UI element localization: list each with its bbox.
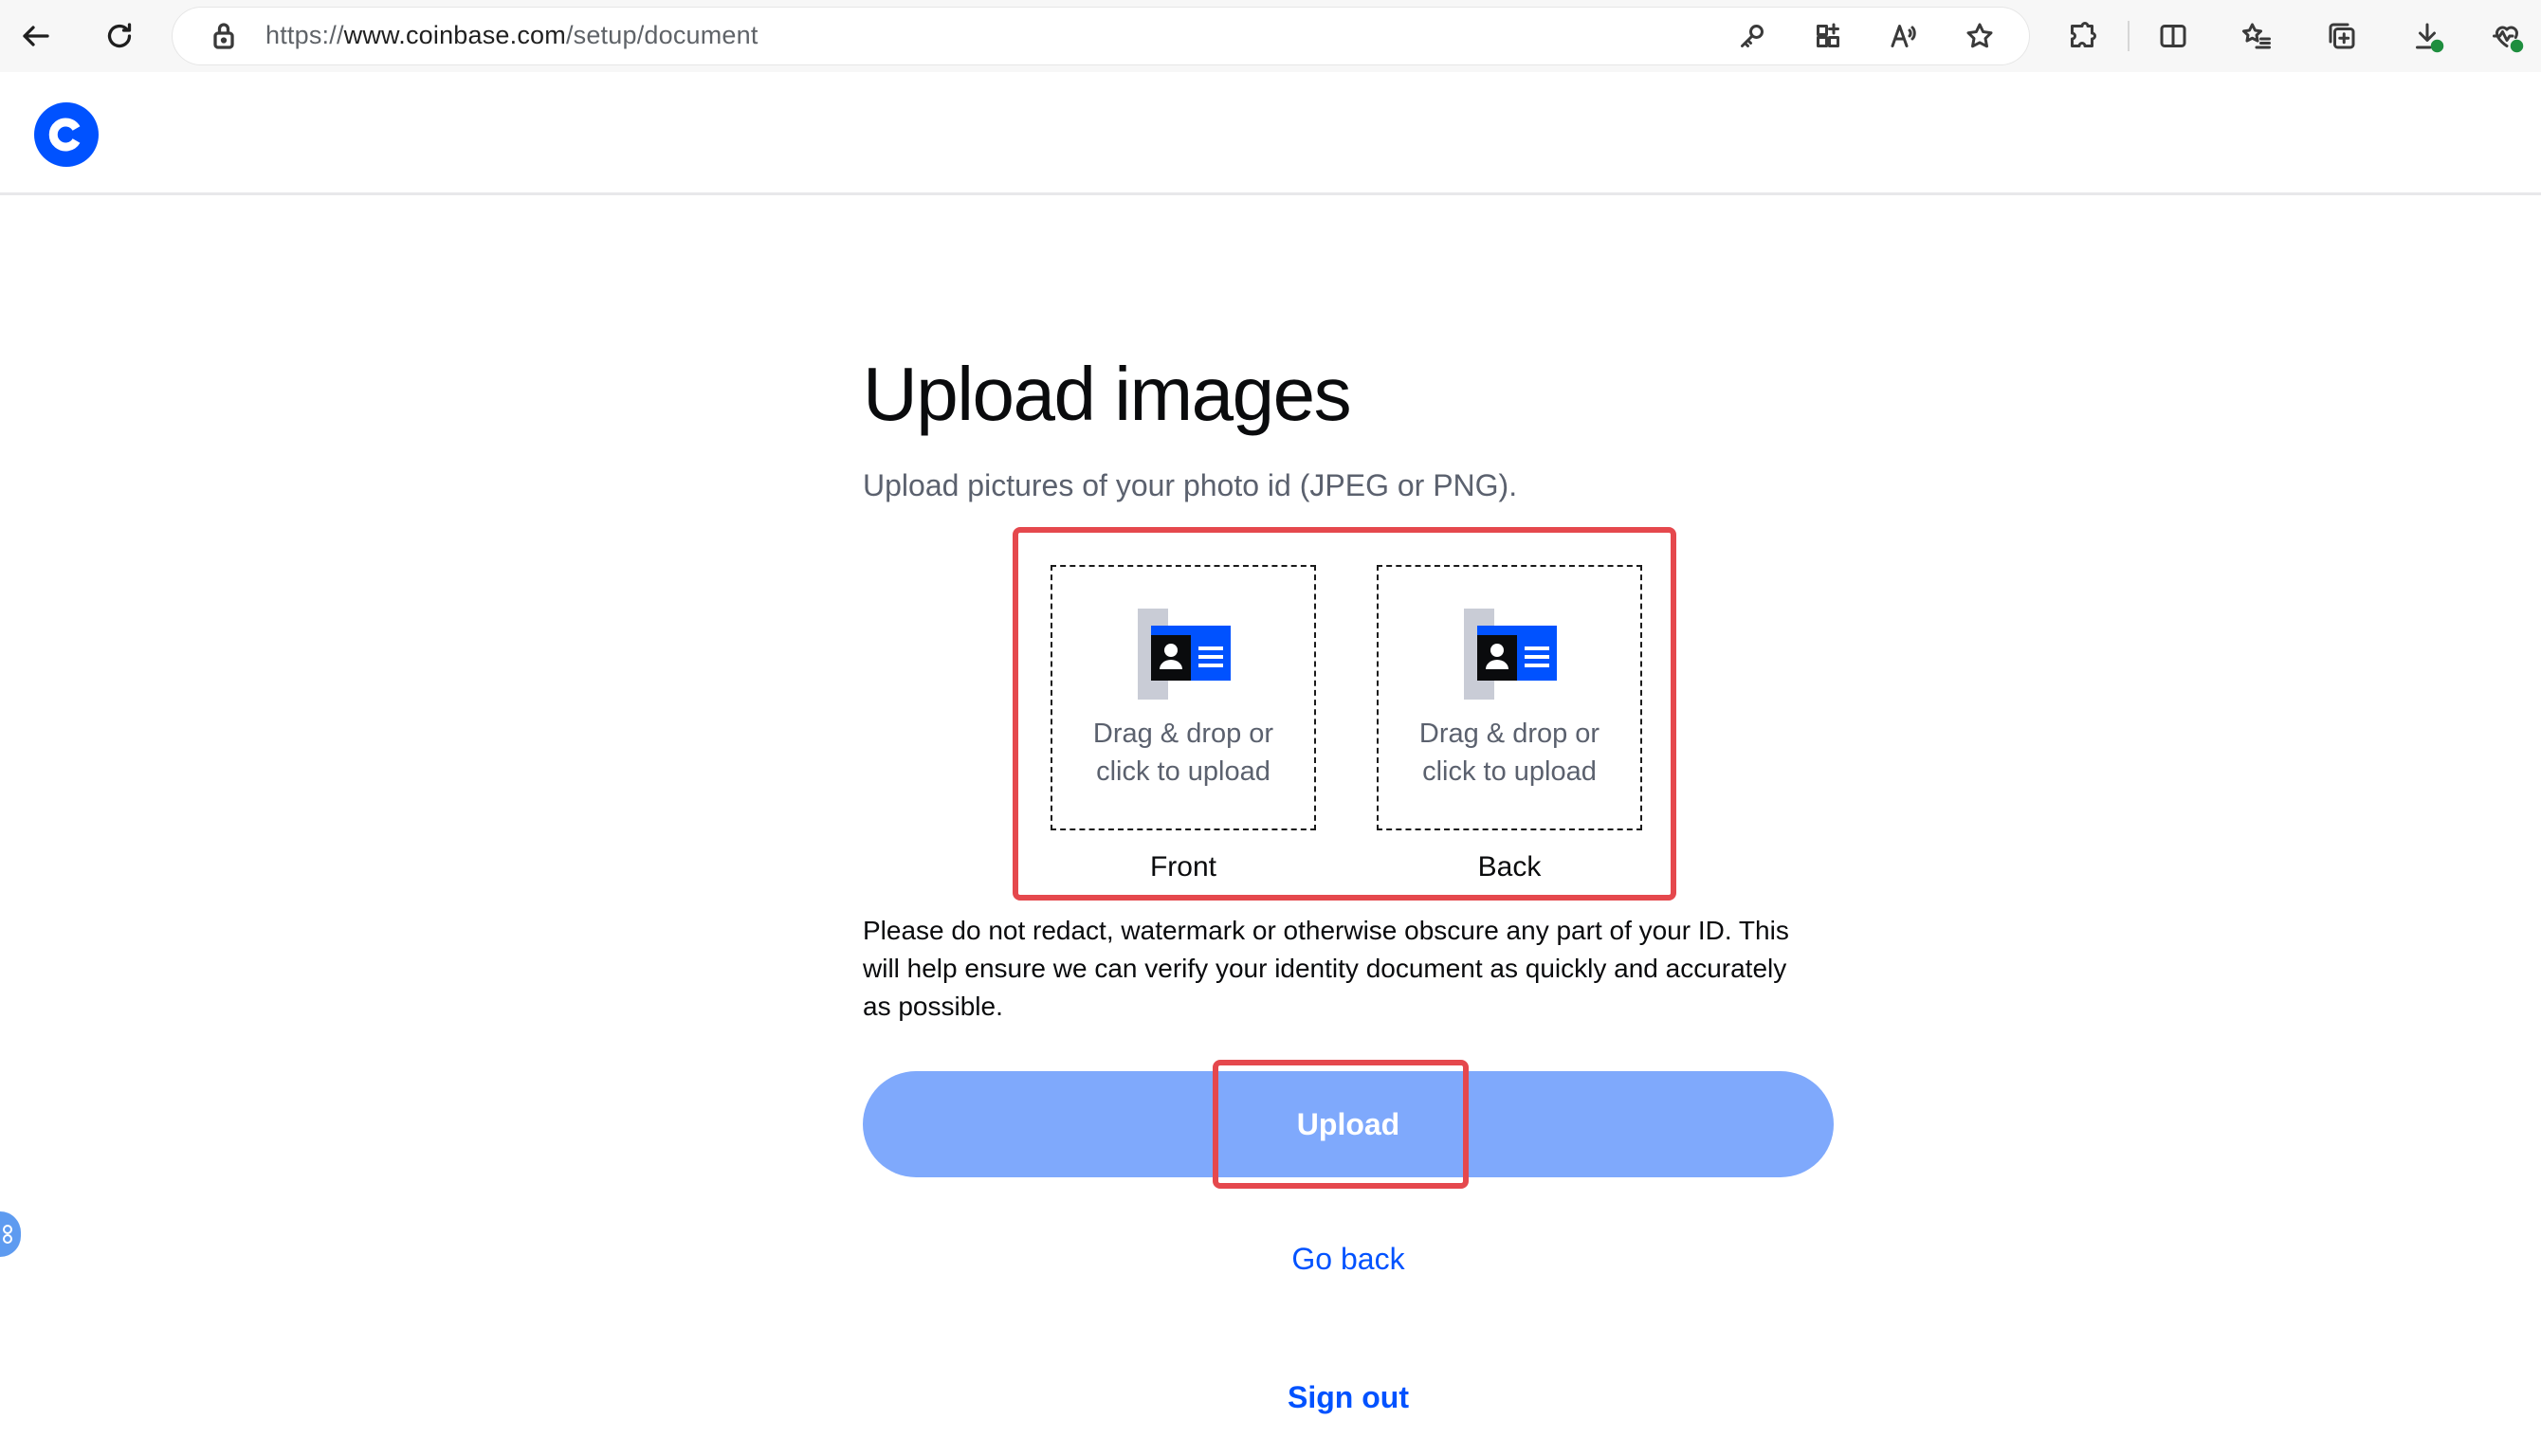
health-icon[interactable] [2490,19,2524,53]
browser-toolbar: https://www.coinbase.com/setup/document [0,0,2541,72]
sign-out-link[interactable]: Sign out [1195,1380,1502,1415]
app-header [0,72,2541,195]
back-icon [23,26,49,46]
collections-icon[interactable] [2325,19,2359,53]
go-back-link[interactable]: Go back [1195,1242,1502,1277]
key-icon[interactable] [1735,19,1769,53]
upload-content: Upload images Upload pictures of your ph… [863,351,1839,504]
favorites-list-icon[interactable] [2239,19,2274,53]
extensions-icon[interactable] [2065,19,2099,53]
refresh-icon [107,23,132,48]
toolbar-divider [2128,21,2130,51]
page-subtitle: Upload pictures of your photo id (JPEG o… [863,468,1518,502]
link-icon [3,1225,12,1244]
back-drop-zone[interactable]: Drag & drop or click to upload [1377,565,1642,830]
apps-icon[interactable] [1811,19,1845,53]
back-drop-text: Drag & drop or click to upload [1418,719,1600,787]
favorite-star-icon[interactable] [1963,19,1997,53]
id-card-icon [1464,609,1557,700]
back-button[interactable] [13,13,59,59]
downloads-icon[interactable] [2410,19,2444,53]
front-drop-text: Drag & drop or click to upload [1092,719,1274,787]
split-screen-icon[interactable] [2156,19,2190,53]
coinbase-logo[interactable] [34,102,99,167]
upload-button-highlight [1213,1060,1469,1189]
id-notice: Please do not redact, watermark or other… [863,916,1789,1021]
front-drop-zone[interactable]: Drag & drop or click to upload [1051,565,1316,830]
refresh-button[interactable] [97,13,142,59]
lock-icon[interactable] [207,19,241,53]
side-assistant-tab[interactable] [0,1211,21,1257]
page-title: Upload images [863,352,1352,436]
upload-area-highlight: Drag & drop or click to upload Front Dra… [1013,527,1676,901]
id-card-icon [1138,609,1231,700]
back-label: Back [1477,851,1542,883]
url-text[interactable]: https://www.coinbase.com/setup/document [265,21,759,50]
address-bar[interactable]: https://www.coinbase.com/setup/document [173,8,2029,64]
front-label: Front [1149,851,1217,883]
read-aloud-icon[interactable] [1887,19,1921,53]
